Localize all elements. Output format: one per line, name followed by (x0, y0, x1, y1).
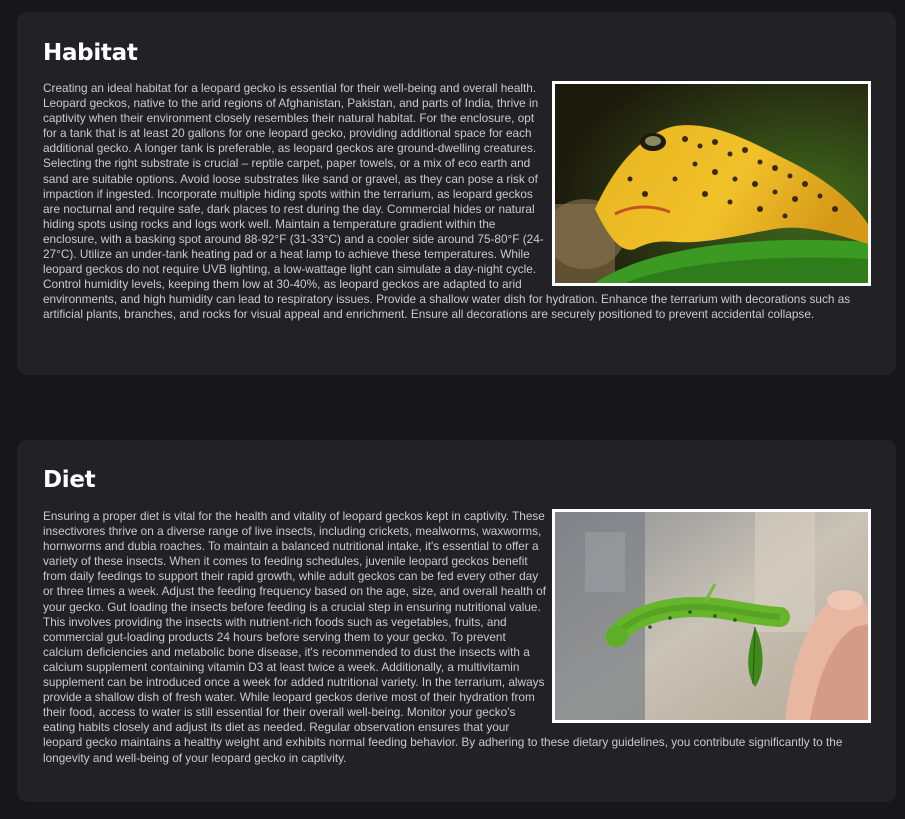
habitat-card: Habitat Creating an ideal habitat for a … (17, 12, 896, 375)
page: Habitat Creating an ideal habitat for a … (0, 0, 905, 819)
hornworm-photo (552, 509, 871, 723)
leopard-gecko-image (555, 84, 868, 283)
habitat-body: Creating an ideal habitat for a leopard … (43, 81, 871, 323)
habitat-title: Habitat (43, 40, 138, 66)
hornworm-image (555, 512, 868, 720)
diet-body: Ensuring a proper diet is vital for the … (43, 509, 871, 766)
diet-card: Diet Ensuring a proper diet is vital for… (17, 440, 896, 802)
leopard-gecko-photo (552, 81, 871, 286)
diet-title: Diet (43, 467, 96, 493)
